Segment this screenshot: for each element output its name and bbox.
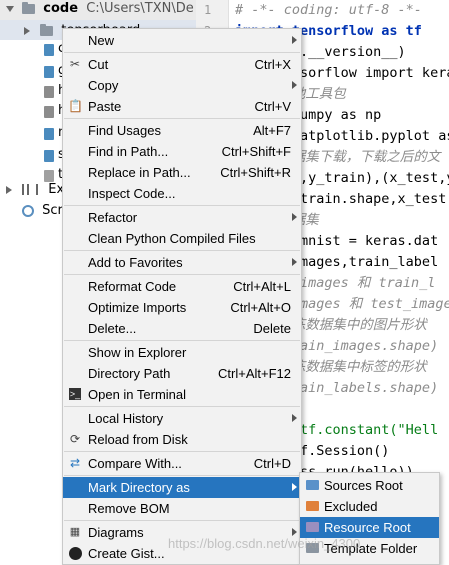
root-folder-path: C:\Users\TXN\De [86,1,194,16]
terminal-icon: >_ [69,388,81,400]
menu-item-optimize-imports[interactable]: Optimize Imports Ctrl+Alt+O [63,297,301,318]
library-icon [22,184,39,195]
code-line: # -*- coding: utf-8 -*- [235,2,422,18]
watermark: https://blog.csdn.net/weixin_4300 [168,536,361,551]
menu-separator [64,118,300,119]
submenu-item-sources-root[interactable]: Sources Root [300,475,439,496]
menu-item-directory-path[interactable]: Directory Path Ctrl+Alt+F12 [63,363,301,384]
menu-item-reload-disk[interactable]: ⟳ Reload from Disk [63,429,301,450]
menu-separator [64,340,300,341]
menu-item-show-explorer[interactable]: Show in Explorer [63,342,301,363]
excluded-folder-icon [306,501,319,511]
menu-item-mark-directory[interactable]: Mark Directory as [63,477,301,498]
submenu-arrow-icon [292,483,297,491]
menu-item-refactor[interactable]: Refactor [63,207,301,228]
menu-item-cut[interactable]: ✂ Cut Ctrl+X [63,54,301,75]
menu-item-inspect-code[interactable]: Inspect Code... [63,183,301,204]
menu-separator [64,520,300,521]
resource-root-folder-icon [306,522,319,532]
diagram-icon: ▦ [69,526,81,538]
menu-item-compare-with[interactable]: ⇄ Compare With... Ctrl+D [63,453,301,474]
menu-separator [64,451,300,452]
submenu-item-excluded[interactable]: Excluded [300,496,439,517]
menu-item-open-terminal[interactable]: >_ Open in Terminal [63,384,301,405]
menu-item-find-in-path[interactable]: Find in Path... Ctrl+Shift+F [63,141,301,162]
menu-item-new[interactable]: New [63,30,301,51]
submenu-arrow-icon [292,258,297,266]
python-file-icon [44,44,54,56]
root-folder-name: code [43,1,79,16]
submenu-arrow-icon [292,528,297,536]
github-icon [69,547,82,560]
folder-icon [40,23,54,36]
menu-separator [64,52,300,53]
menu-separator [64,205,300,206]
line-number: 1 [204,3,212,17]
menu-item-replace-in-path[interactable]: Replace in Path... Ctrl+Shift+R [63,162,301,183]
python-file-icon [44,128,54,140]
python-file-icon [44,66,54,78]
tree-scratches[interactable]: Scra [0,200,71,222]
compare-icon: ⇄ [69,456,81,470]
menu-item-reformat[interactable]: Reformat Code Ctrl+Alt+L [63,276,301,297]
html-file-icon [44,106,54,118]
scratches-icon [22,204,34,217]
python-file-icon [44,150,54,162]
menu-item-copy[interactable]: Copy [63,75,301,96]
menu-item-clean-compiled[interactable]: Clean Python Compiled Files [63,228,301,249]
html-file-icon [44,86,54,98]
menu-separator [64,406,300,407]
menu-separator [64,475,300,476]
folder-icon [22,1,36,14]
collapse-arrow-icon[interactable] [24,26,30,35]
menu-item-find-usages[interactable]: Find Usages Alt+F7 [63,120,301,141]
menu-item-add-favorites[interactable]: Add to Favorites [63,252,301,273]
expand-arrow-icon[interactable] [6,185,12,194]
submenu-item-resource-root[interactable]: Resource Root [300,517,439,538]
reload-icon: ⟳ [69,432,81,446]
submenu-arrow-icon [292,36,297,44]
menu-item-remove-bom[interactable]: Remove BOM [63,498,301,519]
menu-separator [64,274,300,275]
menu-item-delete[interactable]: Delete... Delete [63,318,301,339]
sources-root-folder-icon [306,480,319,490]
submenu-arrow-icon [292,81,297,89]
scissors-icon: ✂ [69,57,81,71]
menu-item-local-history[interactable]: Local History [63,408,301,429]
menu-item-paste[interactable]: 📋 Paste Ctrl+V [63,96,301,117]
expand-arrow-icon[interactable] [6,5,14,12]
menu-separator [64,250,300,251]
submenu-arrow-icon [292,414,297,422]
submenu-arrow-icon [292,213,297,221]
clipboard-icon: 📋 [68,99,83,113]
context-menu: New ✂ Cut Ctrl+X Copy 📋 Paste Ctrl+V Find … [62,28,302,565]
mark-directory-submenu: Sources Root Excluded Resource Root Temp… [299,472,440,565]
tree-root-row[interactable]: code C:\Users\TXN\De [0,0,196,20]
